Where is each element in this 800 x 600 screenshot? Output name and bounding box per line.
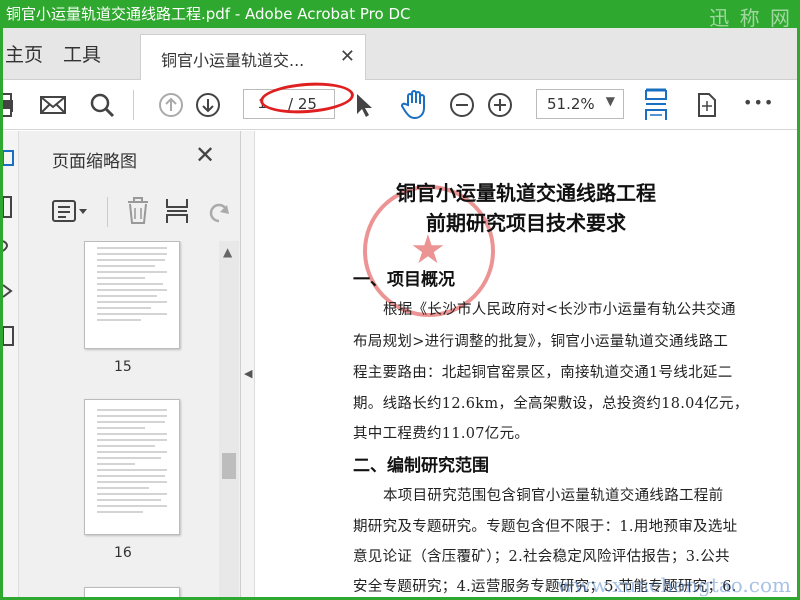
tab-home[interactable]: 主页 <box>5 40 43 67</box>
thumbnail-list: 15 16 ▲ <box>19 241 241 597</box>
previous-page-icon[interactable] <box>158 92 184 118</box>
paragraph-line: 程主要路由：北起铜官窑景区，南接轨道交通1号线北延二 <box>353 365 733 381</box>
thumbnail-number: 15 <box>114 359 132 375</box>
extract-page-icon[interactable] <box>165 197 189 225</box>
scroll-up-icon[interactable]: ▲ <box>223 245 232 259</box>
paragraph-line: 期研究及专题研究。专题包含但不限于：1.用地预审及选址 <box>353 519 738 535</box>
panel-title: 页面缩略图 <box>52 152 137 172</box>
thumbnail-scrollbar[interactable]: ▲ <box>219 241 239 597</box>
page-thumbnails-icon[interactable] <box>3 150 14 166</box>
delete-page-icon[interactable] <box>125 197 151 225</box>
panel-toolbar <box>19 189 241 235</box>
zoom-out-icon[interactable] <box>449 92 475 118</box>
layers-icon[interactable] <box>3 284 13 298</box>
window-title: 铜官小运量轨道交通线路工程.pdf - Adobe Acrobat Pro DC <box>6 5 411 23</box>
window-title-bar: 铜官小运量轨道交通线路工程.pdf - Adobe Acrobat Pro DC… <box>0 0 800 28</box>
chevron-down-icon: ▼ <box>605 94 615 108</box>
toolbar: / 25 51.2% ▼ ••• <box>0 80 797 130</box>
rotate-view-icon[interactable] <box>693 92 719 118</box>
thumbnail-page-16[interactable] <box>84 399 180 535</box>
hand-tool-icon[interactable] <box>399 88 431 120</box>
more-tools-icon[interactable]: ••• <box>743 93 773 119</box>
tab-document[interactable]: 铜官小运量轨道交... ✕ <box>140 34 366 80</box>
document-icon[interactable] <box>3 326 14 346</box>
tab-tools[interactable]: 工具 <box>63 40 101 67</box>
bookmarks-icon[interactable] <box>3 196 12 218</box>
thumbnail-page-next[interactable] <box>84 587 180 597</box>
watermark-logo: 迅 称 网 <box>709 6 792 28</box>
paragraph-line: 根据《长沙市人民政府对<长沙市小运量有轨公共交通 <box>383 302 736 318</box>
zoom-value: 51.2% <box>547 95 595 113</box>
panel-collapse-bar[interactable]: ◀ <box>241 131 255 597</box>
paragraph-line: 期。线路长约12.6km，全高架敷设，总投资约18.04亿元， <box>353 396 749 412</box>
paragraph-line: 意见论证（含压覆矿）；2.社会稳定风险评估报告；3.公共 <box>353 549 730 565</box>
scrollbar-thumb[interactable] <box>222 453 236 479</box>
thumbnails-panel: 页面缩略图 ✕ 15 16 ▲ <box>19 131 241 597</box>
document-title-line-2: 前期研究项目技术要求 <box>426 211 626 235</box>
email-icon[interactable] <box>39 92 66 118</box>
select-cursor-icon[interactable] <box>353 92 379 118</box>
watermark-url: www.xunchengtao.com <box>556 573 791 597</box>
paragraph-line: 本项目研究范围包含铜官小运量轨道交通线路工程前 <box>383 488 724 504</box>
tab-bar: 主页 工具 铜官小运量轨道交... ✕ <box>3 28 797 80</box>
paragraph-line: 其中工程费约11.07亿元。 <box>353 426 530 442</box>
section-heading-1: 一、项目概况 <box>353 270 455 290</box>
close-panel-icon[interactable]: ✕ <box>195 141 215 169</box>
close-tab-icon[interactable]: ✕ <box>340 46 355 67</box>
thumbnail-page-15[interactable] <box>84 241 180 349</box>
thumbnail-number: 16 <box>114 545 132 561</box>
tab-document-label: 铜官小运量轨道交... <box>161 51 305 70</box>
document-title-line-1: 铜官小运量轨道交通线路工程 <box>396 181 656 205</box>
zoom-in-icon[interactable] <box>487 92 513 118</box>
next-page-icon[interactable] <box>195 92 221 118</box>
thumbnail-options-icon[interactable] <box>52 199 92 223</box>
navigation-rail <box>3 131 19 597</box>
attachments-icon[interactable] <box>3 240 8 252</box>
search-icon[interactable] <box>89 92 115 118</box>
chevron-left-icon[interactable]: ◀ <box>244 367 252 380</box>
section-heading-2: 二、编制研究范围 <box>353 456 489 476</box>
undo-icon[interactable] <box>207 199 231 223</box>
toolbar-divider <box>133 90 134 120</box>
paragraph-line: 布局规划>进行调整的批复》，铜官小运量轨道交通线路工 <box>353 334 729 350</box>
fit-width-icon[interactable] <box>643 88 669 122</box>
panel-divider <box>107 197 108 227</box>
zoom-select[interactable]: 51.2% ▼ <box>536 89 624 119</box>
print-icon[interactable] <box>0 92 23 118</box>
document-view: ★ 铜官小运量轨道交通线路工程 前期研究项目技术要求 一、项目概况 根据《长沙市… <box>255 131 797 597</box>
